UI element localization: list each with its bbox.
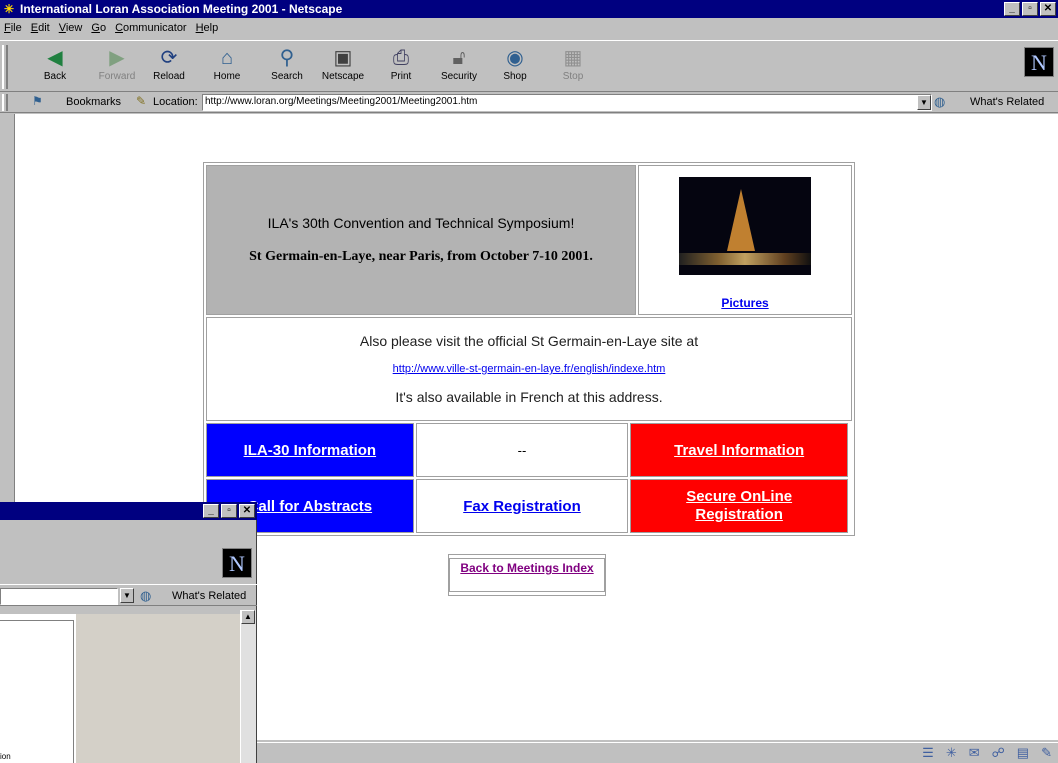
second-netscape-logo[interactable]: N [222,548,252,578]
back-to-index-link[interactable]: Back to Meetings Index [449,558,605,592]
shop-icon: ◉ [506,47,524,69]
second-scrollbar[interactable]: ▲ [240,610,256,763]
pictures-link[interactable]: Pictures [721,296,768,310]
back-button[interactable]: ◀ Back [32,45,78,89]
whats-related-button[interactable]: What's Related [970,96,1044,108]
location-input[interactable]: http://www.loran.org/Meetings/Meeting200… [202,94,932,111]
lock-icon: 🔓︎ [452,47,466,69]
edit-icon[interactable]: ✎ [1041,745,1052,761]
visit-text: Also please visit the official St Germai… [359,333,699,349]
location-grip[interactable] [2,94,8,111]
newsgroup-icon[interactable]: ☍ [992,745,1005,761]
printer-icon: ⎙ [393,47,409,69]
security-button[interactable]: 🔓︎ Security [436,45,482,89]
second-minimize-button[interactable]: _ [203,504,219,518]
back-arrow-icon: ◀ [47,47,63,69]
second-location-input[interactable] [0,588,118,605]
home-icon: ⌂ [220,47,234,69]
menu-communicator[interactable]: Communicator [115,22,187,34]
second-whats-related-button[interactable]: What's Related [172,590,246,602]
search-button[interactable]: ⚲ Search [264,45,310,89]
close-button[interactable]: ✕ [1040,2,1056,16]
netscape-button[interactable]: ▣ Netscape [320,45,366,89]
page-heading: ILA's 30th Convention and Technical Symp… [267,215,575,231]
city-lights [679,252,811,265]
back-to-index-box: Back to Meetings Index [448,554,606,596]
travel-info-link[interactable]: Travel Information [674,442,804,459]
second-left-frame: ion [0,620,74,763]
eiffel-tower-photo[interactable] [679,176,811,275]
forward-button[interactable]: ▶ Forward [94,45,140,89]
menu-file[interactable]: File [4,22,22,34]
second-maximize-button[interactable]: ▫ [221,504,237,518]
bookmarks-button[interactable]: Bookmarks [66,96,121,108]
navigation-toolbar: ◀ Back ▶ Forward ⟳ Reload ⌂ Home ⚲ Searc… [0,40,1058,92]
secure-registration-cell: Secure OnLine Registration [630,479,848,533]
bookmarks-icon[interactable]: ⚑ [32,94,43,108]
second-location-dropdown[interactable]: ▼ [120,588,134,603]
toolbar-grip[interactable] [2,45,8,89]
stop-icon: ▦ [563,47,583,69]
netscape-logo[interactable]: N [1024,47,1054,77]
status-lock-icon[interactable]: ☰ [922,745,934,761]
tower-shape [727,188,755,251]
ila30-info-cell: ILA-30 Information [206,423,414,477]
window-title: International Loran Association Meeting … [20,2,343,16]
nav-table: ILA-30 Information -- Travel Information… [204,421,850,535]
second-browser-window: _ ▫ ✕ N ▼ ◍ What's Related ion ▲ [0,502,257,763]
maximize-button[interactable]: ▫ [1022,2,1038,16]
menu-help[interactable]: Help [196,22,219,34]
whats-related-icon[interactable]: ◍ [934,94,945,110]
search-icon: ⚲ [279,47,295,69]
visit-url-link[interactable]: http://www.ville-st-germain-en-laye.fr/e… [207,363,851,375]
second-close-button[interactable]: ✕ [239,504,255,518]
minimize-button[interactable]: _ [1004,2,1020,16]
meeting-table: ILA's 30th Convention and Technical Symp… [203,162,855,536]
location-dropdown-button[interactable]: ▼ [917,95,931,110]
page-subheading: St Germain-en-Laye, near Paris, from Oct… [249,249,593,264]
location-toolbar: ⚑ Bookmarks ✎ Location: http://www.loran… [0,92,1058,113]
info-cell: Also please visit the official St Germai… [206,317,852,421]
menu-bar: File Edit View Go Communicator Help [0,18,1058,38]
second-title-bar: _ ▫ ✕ [0,502,257,520]
reload-button[interactable]: ⟳ Reload [146,45,192,89]
mail-icon[interactable]: ✉ [969,745,980,761]
ila30-info-link[interactable]: ILA-30 Information [244,442,377,459]
menu-view[interactable]: View [59,22,83,34]
composer-icon[interactable]: ▤ [1017,745,1029,761]
forward-arrow-icon: ▶ [109,47,125,69]
header-cell: ILA's 30th Convention and Technical Symp… [206,165,636,315]
second-frame-gray [76,614,240,763]
fax-registration-cell: Fax Registration [415,479,629,533]
travel-info-cell: Travel Information [630,423,848,477]
location-icon[interactable]: ✎ [136,94,146,108]
home-button[interactable]: ⌂ Home [204,45,250,89]
second-location-toolbar: ▼ ◍ What's Related [0,584,257,606]
menu-go[interactable]: Go [91,22,106,34]
netscape-app-icon: ✳ [3,2,15,16]
second-text-fragment: ion [0,752,11,761]
title-bar: ✳ International Loran Association Meetin… [0,0,1058,18]
window-controls: _ ▫ ✕ [1004,2,1056,16]
pictures-cell: Pictures [638,165,852,315]
component-tray: ☰ ✳ ✉ ☍ ▤ ✎ [922,745,1052,761]
stop-button[interactable]: ▦ Stop [550,45,596,89]
french-text: It's also available in French at this ad… [395,389,663,405]
menu-edit[interactable]: Edit [31,22,50,34]
second-window-controls: _ ▫ ✕ [203,504,255,518]
shop-button[interactable]: ◉ Shop [492,45,538,89]
location-label: Location: [153,96,198,108]
second-whats-related-icon[interactable]: ◍ [140,588,151,604]
secure-registration-link[interactable]: Secure OnLine Registration [664,488,814,524]
print-button[interactable]: ⎙ Print [378,45,424,89]
reload-icon: ⟳ [160,47,178,69]
call-abstracts-link[interactable]: Call for Abstracts [248,498,372,515]
my-netscape-icon: ▣ [333,47,353,69]
scroll-up-button[interactable]: ▲ [241,610,255,624]
navigator-icon[interactable]: ✳ [946,745,957,761]
dash-cell: -- [415,423,629,477]
fax-registration-link[interactable]: Fax Registration [463,498,581,515]
